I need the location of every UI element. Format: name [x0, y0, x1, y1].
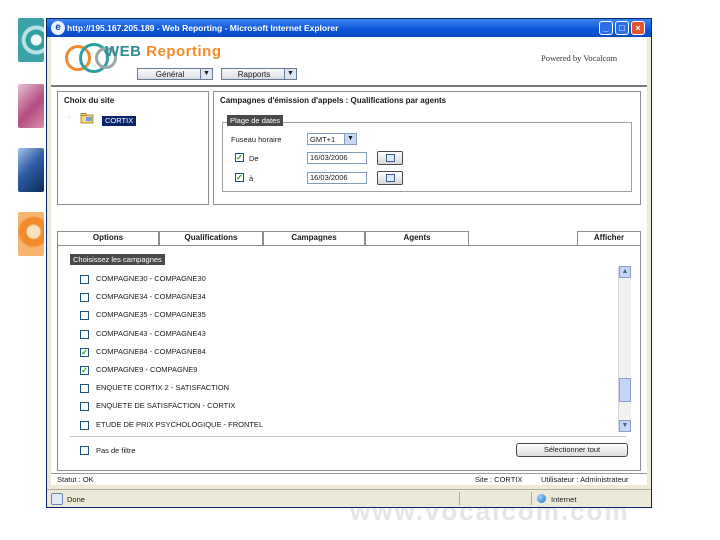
- scroll-up-arrow-icon[interactable]: ▲: [619, 266, 631, 278]
- tab-options[interactable]: Options: [57, 231, 159, 245]
- minimize-button[interactable]: _: [599, 21, 613, 35]
- title-bar[interactable]: e http://195.167.205.189 - Web Reporting…: [47, 19, 651, 37]
- campaign-label: ENQUETE DE SATISFACTION - CORTIX: [96, 401, 236, 411]
- powered-by: Powered by Vocalcom: [541, 53, 618, 63]
- status-pane-divider: [459, 492, 460, 505]
- decorative-tile-orange: [18, 212, 44, 256]
- timezone-value: GMT+1: [310, 135, 336, 144]
- tree-expander-icon[interactable]: ·: [68, 114, 70, 121]
- timezone-select[interactable]: GMT+1 ▼: [307, 133, 357, 145]
- select-all-button[interactable]: Sélectionner tout: [516, 443, 628, 457]
- date-range-group: Plage de dates Fuseau horaire GMT+1 ▼ ✓ …: [222, 115, 632, 192]
- campaign-checkbox[interactable]: ✓: [80, 347, 89, 357]
- campaign-checkbox[interactable]: [80, 275, 89, 284]
- campaign-label: COMPAGNE84 - COMPAGNE84: [96, 346, 206, 356]
- menu-general[interactable]: Général ▼: [137, 68, 213, 80]
- campaign-checkbox[interactable]: [80, 402, 89, 412]
- campaign-checkbox[interactable]: [80, 384, 89, 394]
- menu-rapports-label: Rapports: [237, 70, 271, 79]
- campaign-label: ENQUETE CORTIX 2 - SATISFACTION: [96, 383, 230, 393]
- browser-done-text: Done: [67, 495, 85, 504]
- window-title: http://195.167.205.189 - Web Reporting -…: [67, 23, 339, 33]
- campaign-checkbox[interactable]: ✓: [80, 366, 89, 375]
- from-date-checkbox[interactable]: ✓: [235, 153, 244, 162]
- calendar-icon: [386, 154, 395, 162]
- campaign-label: ETUDE DE PRIX PSYCHOLOGIQUE - FRONTEL: [96, 419, 264, 429]
- chevron-down-icon: ▼: [200, 69, 212, 79]
- campaign-checkbox[interactable]: [80, 311, 89, 321]
- decorative-tile-teal: [18, 18, 44, 62]
- app-status-bar: Statut : OK Site : CORTIX Utilisateur : …: [51, 473, 647, 485]
- date-range-legend: Plage de dates: [227, 115, 284, 126]
- campaign-list-legend: Choisissez les campagnes: [70, 254, 165, 265]
- campaign-label: COMPAGNE30 - COMPAGNE30: [96, 274, 206, 283]
- campaign-label: COMPAGNE43 - COMPAGNE43: [96, 328, 206, 338]
- header-divider: [51, 85, 647, 87]
- from-label: De: [249, 154, 259, 163]
- calendar-icon: [386, 174, 395, 182]
- user-status: Utilisateur : Administrateur: [541, 475, 629, 484]
- browser-window: e http://195.167.205.189 - Web Reporting…: [46, 18, 652, 508]
- maximize-button[interactable]: □: [615, 21, 629, 35]
- scroll-thumb[interactable]: [619, 378, 631, 402]
- no-filter-label: Pas de filtre: [96, 446, 136, 455]
- tab-qualifications[interactable]: Qualifications: [159, 231, 263, 245]
- display-button[interactable]: Afficher: [577, 231, 641, 245]
- campaign-list: ▲ ▼ COMPAGNE30 - COMPAGNE30 COMPAGNE34 - …: [70, 266, 631, 432]
- decorative-tile-pink: [18, 84, 44, 128]
- security-zone-text: Internet: [551, 495, 577, 504]
- internet-globe-icon: [537, 494, 546, 503]
- no-filter-checkbox[interactable]: [80, 446, 89, 455]
- status-text: Statut : OK: [57, 475, 94, 484]
- web-page: WEB Reporting Powered by Vocalcom Généra…: [51, 37, 647, 477]
- campaign-label: COMPAGNE9 - COMPAGNE9: [96, 365, 198, 374]
- site-panel-title: Choix du site: [64, 96, 115, 105]
- menu-bar: Général ▼ Rapports ▼: [137, 68, 297, 80]
- site-status: Site : CORTIX: [475, 475, 523, 484]
- tab-agents[interactable]: Agents: [365, 231, 469, 245]
- tab-campagnes[interactable]: Campagnes: [263, 231, 365, 245]
- report-title: Campagnes d'émission d'appels : Qualific…: [220, 96, 447, 105]
- to-label: à: [249, 174, 254, 183]
- campaign-report-panel: Campagnes d'émission d'appels : Qualific…: [213, 91, 641, 205]
- campaign-checkbox[interactable]: [80, 293, 89, 303]
- decorative-tile-blue: [18, 148, 44, 192]
- ie-logo-icon: e: [51, 21, 65, 35]
- site-panel: Choix du site · CORTIX: [57, 91, 209, 205]
- menu-general-label: Général: [155, 70, 185, 79]
- page-done-icon: [51, 493, 63, 505]
- timezone-label: Fuseau horaire: [231, 135, 282, 144]
- campaign-label: COMPAGNE35 - COMPAGNE35: [96, 310, 206, 320]
- from-calendar-button[interactable]: [377, 151, 403, 165]
- chevron-down-icon: ▼: [284, 69, 296, 79]
- close-button[interactable]: ×: [631, 21, 645, 35]
- app-logo-text: WEB Reporting: [105, 43, 222, 60]
- browser-status-bar: Done Internet: [47, 489, 651, 507]
- campaign-checkbox[interactable]: [80, 329, 89, 339]
- to-date-checkbox[interactable]: ✓: [235, 173, 244, 182]
- list-divider: [70, 436, 626, 437]
- scroll-down-arrow-icon[interactable]: ▼: [619, 420, 631, 432]
- site-node-cortix[interactable]: CORTIX: [102, 116, 137, 126]
- to-calendar-button[interactable]: [377, 171, 403, 185]
- report-tabs: Options Qualifications Campagnes Agents …: [57, 231, 641, 245]
- menu-rapports[interactable]: Rapports ▼: [221, 68, 297, 80]
- status-pane-divider: [531, 492, 532, 505]
- from-date-input[interactable]: 16/03/2006: [307, 152, 367, 164]
- campaign-list-panel: Choisissez les campagnes ▲ ▼ COMPAGNE30 …: [57, 245, 641, 471]
- campaign-checkbox[interactable]: [80, 420, 89, 430]
- campaign-list-scrollbar[interactable]: ▲ ▼: [618, 266, 631, 432]
- to-date-input[interactable]: 16/03/2006: [307, 172, 367, 184]
- site-folder-icon: [80, 113, 94, 124]
- chevron-down-icon: ▼: [344, 134, 356, 144]
- campaign-label: COMPAGNE34 - COMPAGNE34: [96, 292, 206, 302]
